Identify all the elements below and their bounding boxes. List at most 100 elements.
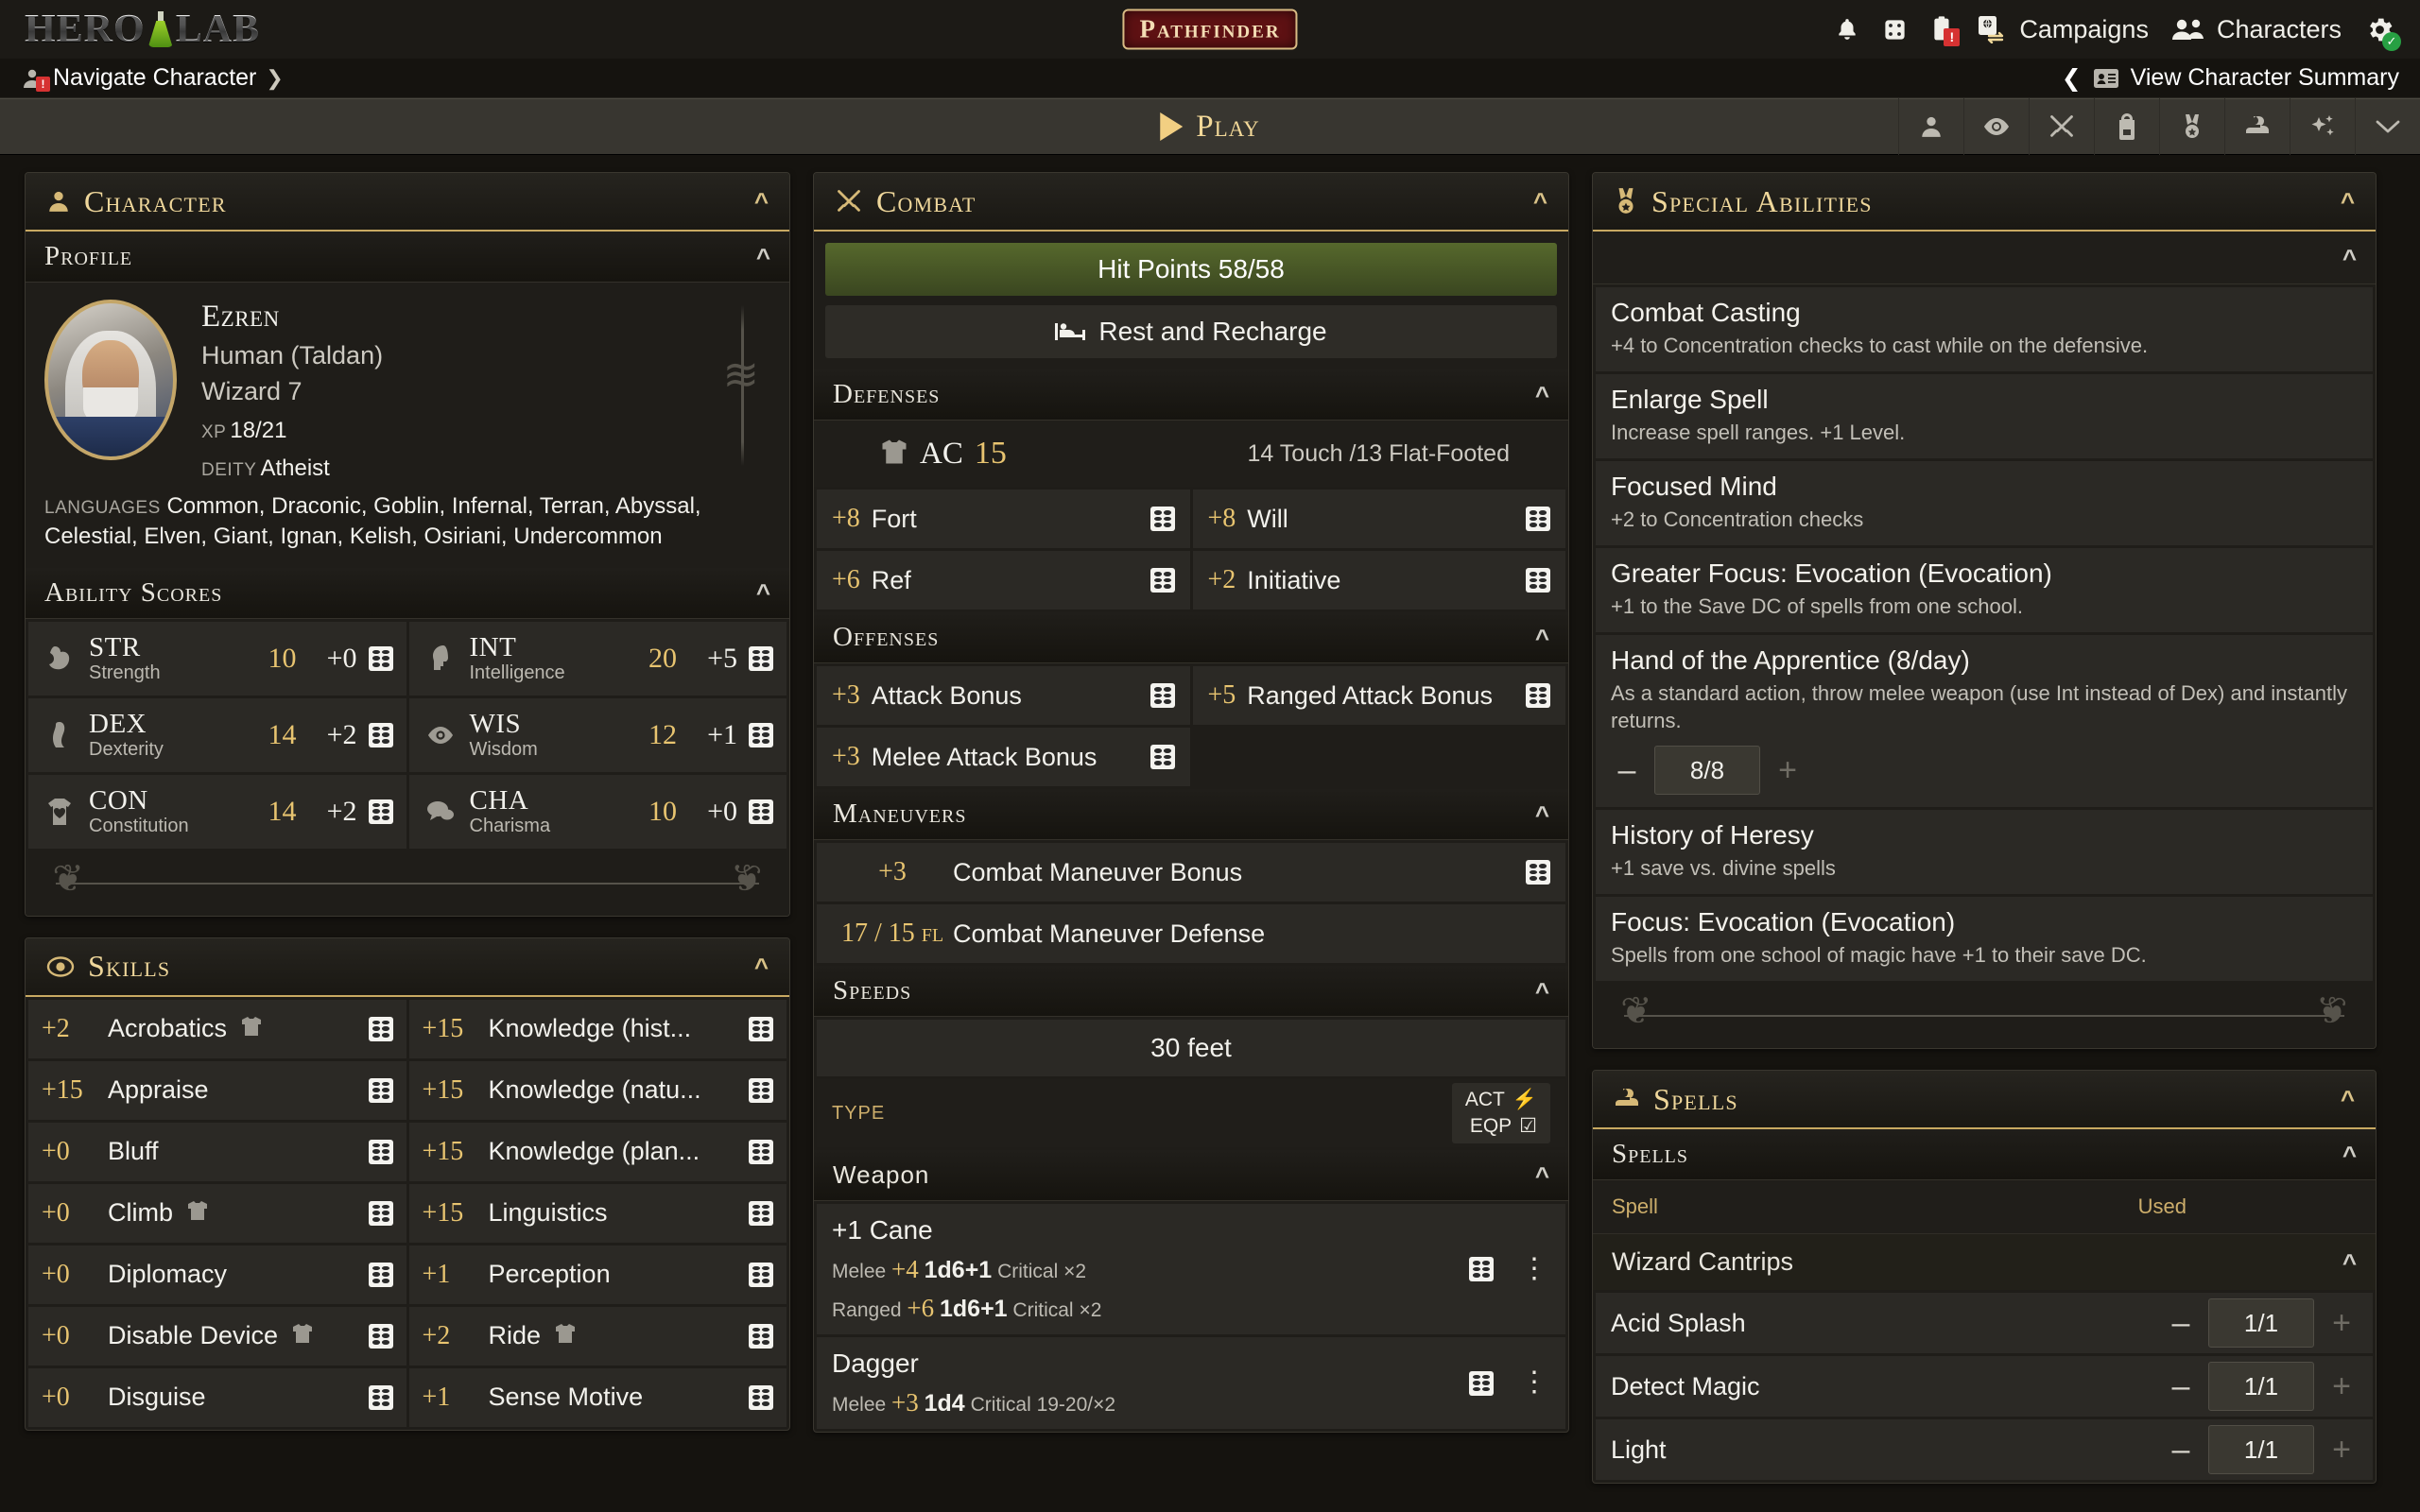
play-button[interactable]: Play [1160,110,1260,145]
decrement-button[interactable]: – [1611,754,1643,786]
offense-stat[interactable]: +3 Melee Attack Bonus [817,728,1190,786]
weapon-menu-icon[interactable]: ⋮ [1520,1368,1548,1396]
defenses-subheader[interactable]: Defenses ^ [814,369,1568,421]
special-ability-row[interactable]: Focused Mind +2 to Concentration checks [1596,461,2373,546]
profile-subheader[interactable]: Profile ^ [26,232,789,283]
increment-button[interactable]: + [1772,754,1804,786]
skill-row[interactable]: +2 Ride [408,1306,786,1366]
weapon-row[interactable]: +1 Cane Melee +4 1d6+1 Critical ×2 Range… [817,1204,1565,1334]
roll-die-button[interactable] [749,1139,773,1164]
defense-stat[interactable]: +8 Fort [817,490,1190,548]
tool-backpack-icon[interactable] [2094,98,2159,155]
decrement-button[interactable]: – [2165,1370,2197,1402]
weapon-subheader[interactable]: Weapon ^ [814,1150,1568,1201]
notifications-button[interactable] [1835,16,1859,43]
journal-alert-button[interactable]: ! [1930,15,1961,46]
ability-row[interactable]: STR Strength 10 +0 [28,621,406,696]
maneuver-row[interactable]: 17 / 15 FL Combat Maneuver Defense [817,904,1565,963]
tool-hand-spell-icon[interactable] [2224,98,2290,155]
speed-value[interactable]: 30 feet [817,1020,1565,1076]
combat-panel-header[interactable]: Combat ^ [814,173,1568,232]
breadcrumb[interactable]: ! Navigate Character ❯ [21,64,284,92]
collapse-defenses-icon[interactable]: ^ [1535,383,1549,407]
defense-stat[interactable]: +2 Initiative [1192,551,1565,610]
spell-uses-value[interactable]: 1/1 [2208,1362,2314,1412]
roll-die-button[interactable] [749,1200,773,1226]
roll-die-button[interactable] [368,1077,393,1103]
roll-die-button[interactable] [368,1384,393,1410]
dice-roller-button[interactable] [1882,17,1908,43]
roll-die-button[interactable] [368,645,393,671]
skill-row[interactable]: +0 Diplomacy [28,1245,406,1304]
view-character-summary-button[interactable]: ❮ View Character Summary [2062,64,2399,93]
roll-die-button[interactable] [1150,745,1175,769]
increment-button[interactable]: + [2325,1434,2358,1466]
increment-button[interactable]: + [2325,1370,2358,1402]
spell-row[interactable]: Acid Splash – 1/1 + [1596,1293,2373,1354]
special-ability-row[interactable]: Combat Casting +4 to Concentration check… [1596,287,2373,372]
spells-panel-header[interactable]: Spells ^ [1593,1071,2376,1130]
skill-row[interactable]: +2 Acrobatics [28,999,406,1058]
spell-uses-value[interactable]: 1/1 [2208,1425,2314,1475]
roll-die-button[interactable] [1469,1370,1494,1396]
collapse-weapon-icon[interactable]: ^ [1535,1163,1549,1188]
increment-button[interactable]: + [2325,1307,2358,1339]
special-ability-row[interactable]: Greater Focus: Evocation (Evocation) +1 … [1596,548,2373,633]
spell-group-header[interactable]: Wizard Cantrips ^ [1593,1233,2376,1291]
skill-row[interactable]: +15 Knowledge (natu... [408,1060,786,1120]
roll-die-button[interactable] [368,1200,393,1226]
roll-die-button[interactable] [749,645,773,671]
skill-row[interactable]: +15 Linguistics [408,1183,786,1243]
offense-stat[interactable]: +3 Attack Bonus [817,666,1190,725]
offenses-subheader[interactable]: Offenses ^ [814,612,1568,663]
roll-die-button[interactable] [1150,568,1175,593]
roll-die-button[interactable] [749,1077,773,1103]
defense-stat[interactable]: +8 Will [1192,490,1565,548]
collapse-spells-panel-icon[interactable]: ^ [2341,1087,2355,1111]
skill-row[interactable]: +0 Disable Device [28,1306,406,1366]
roll-die-button[interactable] [368,1262,393,1287]
roll-die-button[interactable] [1526,683,1550,708]
skill-row[interactable]: +0 Bluff [28,1122,406,1181]
roll-die-button[interactable] [368,722,393,747]
collapse-spells-list-icon[interactable]: ^ [2342,1143,2357,1167]
collapse-speeds-icon[interactable]: ^ [1535,979,1549,1004]
offense-stat[interactable]: +5 Ranged Attack Bonus [1192,666,1565,725]
rest-and-recharge-button[interactable]: Rest and Recharge [825,305,1557,358]
roll-die-button[interactable] [1526,507,1550,531]
ability-scores-subheader[interactable]: Ability Scores ^ [26,567,789,619]
spell-uses-value[interactable]: 1/1 [2208,1298,2314,1349]
skill-row[interactable]: +0 Climb [28,1183,406,1243]
ability-uses-value[interactable]: 8/8 [1654,746,1760,796]
spells-subheader[interactable]: Spells ^ [1593,1129,2376,1181]
roll-die-button[interactable] [368,799,393,824]
roll-die-button[interactable] [1469,1257,1494,1281]
collapse-skills-panel-icon[interactable]: ^ [754,954,769,979]
special-ability-row[interactable]: History of Heresy +1 save vs. divine spe… [1596,810,2373,895]
spell-row[interactable]: Detect Magic – 1/1 + [1596,1356,2373,1418]
ability-row[interactable]: INT Intelligence 20 +5 [408,621,786,696]
tool-eye-icon[interactable] [1963,98,2029,155]
special-abilities-subheader[interactable]: ^ [1593,232,2376,284]
roll-die-button[interactable] [1150,507,1175,531]
herolab-logo[interactable]: HERO LAB [25,7,260,52]
skill-row[interactable]: +0 Disguise [28,1367,406,1427]
tool-character-icon[interactable] [1898,98,1963,155]
spell-row[interactable]: Light – 1/1 + [1596,1419,2373,1481]
hit-points-bar[interactable]: Hit Points 58/58 [825,243,1557,296]
decrement-button[interactable]: – [2165,1307,2197,1339]
roll-die-button[interactable] [749,1384,773,1410]
collapse-character-panel-icon[interactable]: ^ [754,189,769,214]
roll-die-button[interactable] [749,799,773,824]
defense-stat[interactable]: +6 Ref [817,551,1190,610]
ability-row[interactable]: CON Constitution 14 +2 [28,774,406,849]
maneuver-row[interactable]: +3 Combat Maneuver Bonus [817,843,1565,902]
collapse-offenses-icon[interactable]: ^ [1535,626,1549,650]
collapse-maneuvers-icon[interactable]: ^ [1535,802,1549,827]
collapse-profile-icon[interactable]: ^ [756,245,770,269]
collapse-ability-scores-icon[interactable]: ^ [756,580,770,605]
character-panel-header[interactable]: Character ^ [26,173,789,232]
tool-sparkles-icon[interactable] [2290,98,2355,155]
characters-button[interactable]: Characters [2171,15,2342,44]
roll-die-button[interactable] [749,1323,773,1349]
